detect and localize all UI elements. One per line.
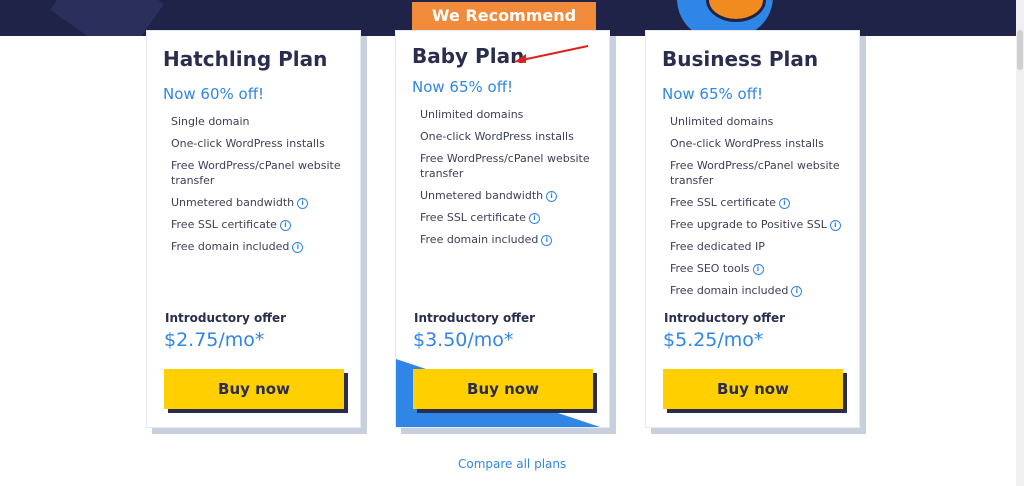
feature-text: Free SSL certificate	[670, 196, 776, 209]
feature-item: Unlimited domains	[420, 107, 600, 122]
recommend-badge: We Recommend	[412, 2, 596, 30]
info-icon[interactable]: i	[546, 190, 558, 202]
feature-item: One-click WordPress installs	[171, 136, 351, 151]
feature-text: One-click WordPress installs	[420, 130, 574, 143]
plan-discount: Now 60% off!	[163, 85, 265, 103]
info-icon[interactable]: i	[752, 263, 764, 275]
info-icon[interactable]: i	[297, 197, 309, 209]
feature-list: Unlimited domains One-click WordPress ins…	[670, 114, 850, 305]
feature-text: Free domain included	[171, 240, 290, 253]
feature-item: One-click WordPress installs	[670, 136, 850, 151]
feature-list: Single domain One-click WordPress install…	[171, 114, 351, 261]
feature-text: Free SEO tools	[670, 262, 750, 275]
feature-item: Free dedicated IP	[670, 239, 850, 254]
intro-offer-label: Introductory offer	[165, 311, 287, 325]
plan-card-hatchling: Hatchling Plan Now 60% off! Single domai…	[146, 30, 361, 428]
feature-item: Unlimited domains	[670, 114, 850, 129]
plan-title: Baby Plan	[412, 44, 525, 68]
feature-item: Free WordPress/cPanel website transfer	[171, 158, 351, 188]
plan-price: $5.25/mo*	[663, 329, 764, 351]
feature-text: Free domain included	[670, 284, 789, 297]
feature-item: Free domain included i	[171, 239, 351, 254]
feature-text: Unmetered bandwidth	[420, 189, 544, 202]
info-icon[interactable]: i	[528, 212, 540, 224]
feature-item: Free upgrade to Positive SSL i	[670, 217, 850, 232]
feature-text: Free SSL certificate	[420, 211, 526, 224]
feature-item: Free WordPress/cPanel website transfer	[420, 151, 600, 181]
feature-item: Free SSL certificate i	[171, 217, 351, 232]
annotation-arrow-icon	[514, 45, 589, 63]
feature-text: Unlimited domains	[670, 115, 774, 128]
intro-offer-label: Introductory offer	[414, 311, 536, 325]
feature-list: Unlimited domains One-click WordPress ins…	[420, 107, 600, 254]
feature-item: Free WordPress/cPanel website transfer	[670, 158, 850, 188]
plan-price: $2.75/mo*	[164, 329, 265, 351]
info-icon[interactable]: i	[791, 285, 803, 297]
feature-item: Free SSL certificate i	[670, 195, 850, 210]
buy-now-button-hatchling[interactable]: Buy now	[164, 369, 344, 409]
feature-text: One-click WordPress installs	[171, 137, 325, 150]
feature-text: Unmetered bandwidth	[171, 196, 295, 209]
feature-text: Free SSL certificate	[171, 218, 277, 231]
info-icon[interactable]: i	[829, 219, 841, 231]
feature-text: Unlimited domains	[420, 108, 524, 121]
plan-title: Business Plan	[662, 47, 819, 71]
compare-all-plans-link[interactable]: Compare all plans	[458, 457, 566, 471]
info-icon[interactable]: i	[279, 219, 291, 231]
buy-now-button-business[interactable]: Buy now	[663, 369, 843, 409]
info-icon[interactable]: i	[292, 241, 304, 253]
plan-price: $3.50/mo*	[413, 329, 514, 351]
plan-discount: Now 65% off!	[412, 78, 514, 96]
feature-item: Free domain included i	[670, 283, 850, 298]
feature-item: Free SEO tools i	[670, 261, 850, 276]
feature-text: Free domain included	[420, 233, 539, 246]
feature-text: Free WordPress/cPanel website transfer	[420, 152, 590, 180]
feature-item: Free domain included i	[420, 232, 600, 247]
feature-text: Single domain	[171, 115, 250, 128]
plan-discount: Now 65% off!	[662, 85, 764, 103]
feature-text: Free dedicated IP	[670, 240, 765, 253]
feature-item: One-click WordPress installs	[420, 129, 600, 144]
feature-item: Unmetered bandwidth i	[420, 188, 600, 203]
plan-card-baby: Baby Plan Now 65% off! Unlimited domains…	[395, 30, 610, 428]
intro-offer-label: Introductory offer	[664, 311, 786, 325]
buy-now-button-baby[interactable]: Buy now	[413, 369, 593, 409]
plan-card-business: Business Plan Now 65% off! Unlimited dom…	[645, 30, 860, 428]
feature-text: Free WordPress/cPanel website transfer	[171, 159, 341, 187]
info-icon[interactable]: i	[778, 197, 790, 209]
feature-item: Unmetered bandwidth i	[171, 195, 351, 210]
info-icon[interactable]: i	[541, 234, 553, 246]
scrollbar-thumb[interactable]	[1017, 30, 1023, 70]
feature-item: Free SSL certificate i	[420, 210, 600, 225]
feature-item: Single domain	[171, 114, 351, 129]
page-scrollbar[interactable]	[1016, 0, 1024, 486]
plan-title: Hatchling Plan	[163, 47, 328, 71]
feature-text: Free upgrade to Positive SSL	[670, 218, 827, 231]
feature-text: Free WordPress/cPanel website transfer	[670, 159, 840, 187]
feature-text: One-click WordPress installs	[670, 137, 824, 150]
